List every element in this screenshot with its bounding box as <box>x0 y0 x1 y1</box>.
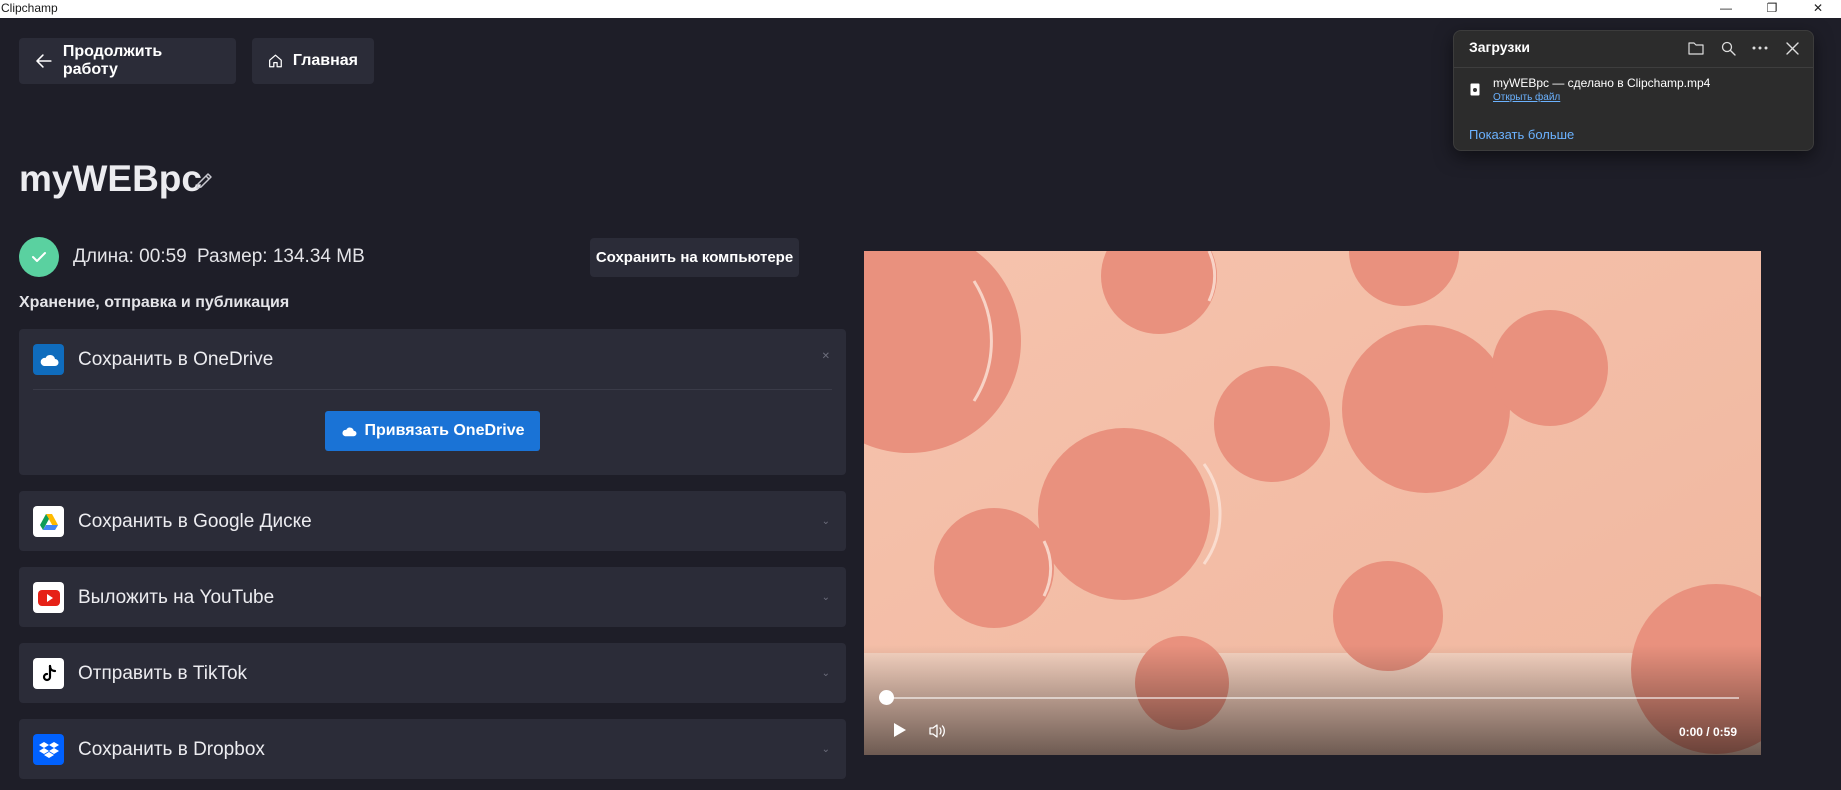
downloads-divider <box>1454 67 1813 68</box>
home-button-label: Главная <box>292 52 358 69</box>
play-icon <box>894 723 906 737</box>
restore-icon[interactable]: ❐ <box>1757 0 1787 16</box>
play-button[interactable] <box>893 722 907 743</box>
dropbox-card[interactable]: Сохранить в Dropbox ⌄ <box>19 719 846 779</box>
youtube-label: Выложить на YouTube <box>78 586 275 608</box>
close-downloads-button[interactable] <box>1781 37 1803 59</box>
onedrive-header[interactable]: Сохранить в OneDrive <box>33 344 273 375</box>
pencil-icon <box>196 173 212 189</box>
search-downloads-button[interactable] <box>1717 37 1739 59</box>
folder-icon <box>1688 42 1704 55</box>
youtube-card[interactable]: Выложить на YouTube ⌄ <box>19 567 846 627</box>
dropbox-label: Сохранить в Dropbox <box>78 738 265 760</box>
window-titlebar: Clipchamp — ❐ ✕ <box>0 0 1841 18</box>
show-more-link[interactable]: Показать больше <box>1469 127 1574 142</box>
tiktok-icon <box>33 658 64 689</box>
connect-onedrive-button[interactable]: Привязать OneDrive <box>325 411 540 451</box>
edit-title-button[interactable] <box>193 170 215 197</box>
chevron-down-icon[interactable]: ⌄ <box>822 744 830 755</box>
connect-onedrive-label: Привязать OneDrive <box>364 422 525 439</box>
open-folder-button[interactable] <box>1685 37 1707 59</box>
seek-bar[interactable] <box>886 697 1739 699</box>
card-divider <box>33 389 832 390</box>
home-icon <box>269 54 282 68</box>
google-drive-icon <box>33 506 64 537</box>
chevron-down-icon[interactable]: ⌄ <box>822 592 830 603</box>
tiktok-label: Отправить в TikTok <box>78 662 248 684</box>
gdrive-label: Сохранить в Google Диске <box>78 510 312 532</box>
downloaded-file-name[interactable]: myWEBpc — сделано в Clipchamp.mp4 <box>1493 76 1710 90</box>
youtube-icon <box>33 582 64 613</box>
project-title: myWEBpc <box>19 158 202 199</box>
chevron-down-icon[interactable]: ⌄ <box>822 516 830 527</box>
volume-icon <box>929 724 945 738</box>
arrow-left-icon <box>36 54 52 68</box>
minimize-icon[interactable]: — <box>1711 0 1741 16</box>
collapse-icon[interactable]: ✕ <box>822 351 830 362</box>
export-success-badge <box>19 237 59 277</box>
home-button[interactable]: Главная <box>252 38 374 84</box>
dropbox-icon <box>33 734 64 765</box>
checkmark-icon <box>32 252 46 262</box>
more-options-button[interactable] <box>1749 37 1771 59</box>
seek-handle[interactable] <box>879 690 894 705</box>
video-file-icon <box>1470 83 1480 101</box>
tiktok-card[interactable]: Отправить в TikTok ⌄ <box>19 643 846 703</box>
open-file-link[interactable]: Открыть файл <box>1493 92 1560 103</box>
downloads-title: Загрузки <box>1469 39 1530 55</box>
gdrive-card[interactable]: Сохранить в Google Диске ⌄ <box>19 491 846 551</box>
section-label: Хранение, отправка и публикация <box>19 294 290 311</box>
video-length: Длина: 00:59 <box>73 246 187 267</box>
downloads-panel: Загрузки myWEBpc — сделано в Clipchamp.m… <box>1453 30 1814 151</box>
close-icon[interactable]: ✕ <box>1803 0 1833 16</box>
playback-time: 0:00 / 0:59 <box>1678 725 1737 739</box>
back-button-label: Продолжить работу <box>62 43 163 78</box>
video-player[interactable]: 0:00 / 0:59 <box>864 251 1761 755</box>
volume-button[interactable] <box>928 723 946 744</box>
close-icon <box>1785 41 1799 55</box>
video-size: Размер: 134.34 MB <box>197 246 365 267</box>
chevron-down-icon[interactable]: ⌄ <box>822 668 830 679</box>
back-button[interactable]: Продолжить работу <box>19 38 236 84</box>
cloud-icon <box>341 427 356 436</box>
save-to-computer-button[interactable]: Сохранить на компьютере <box>590 238 799 277</box>
controls-overlay <box>864 645 1761 755</box>
onedrive-label: Сохранить в OneDrive <box>78 348 274 370</box>
more-icon <box>1752 46 1768 50</box>
window-title: Clipchamp <box>1 1 58 15</box>
search-icon <box>1721 41 1736 56</box>
onedrive-card: Сохранить в OneDrive ✕ Привязать OneDriv… <box>19 329 846 475</box>
onedrive-icon <box>33 344 64 375</box>
